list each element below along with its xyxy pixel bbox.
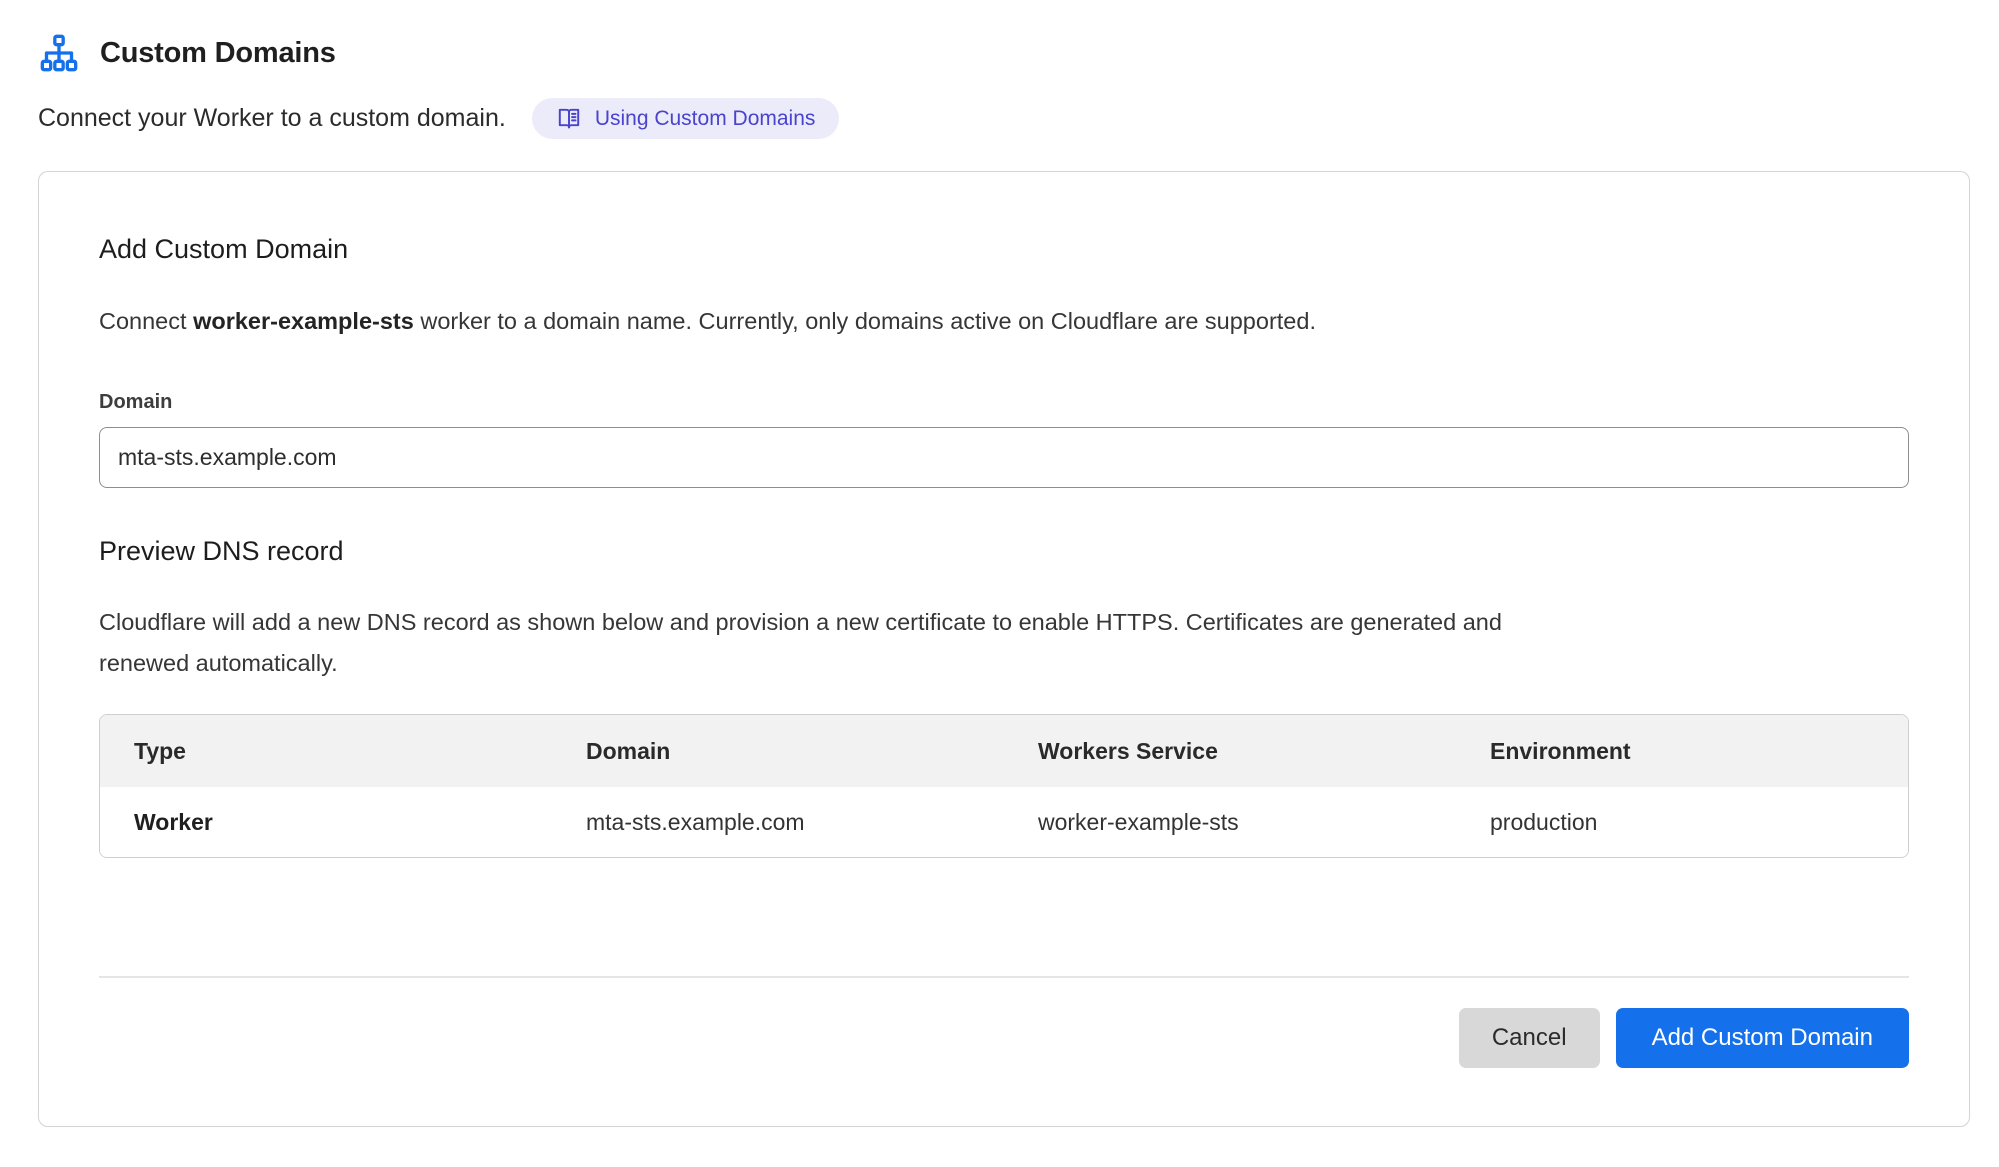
page-header: Custom Domains (38, 28, 1961, 78)
cell-type: Worker (100, 787, 552, 857)
cell-domain: mta-sts.example.com (552, 787, 1004, 857)
dialog-footer: Cancel Add Custom Domain (99, 1008, 1909, 1068)
dialog-title: Add Custom Domain (99, 232, 1909, 266)
cancel-button[interactable]: Cancel (1459, 1008, 1600, 1068)
page-subheader: Connect your Worker to a custom domain. … (38, 98, 1961, 139)
page-title: Custom Domains (100, 37, 336, 70)
column-header-type: Type (100, 715, 552, 787)
column-header-environment: Environment (1456, 715, 1908, 787)
preview-dns-description: Cloudflare will add a new DNS record as … (99, 602, 1549, 684)
description-prefix: Connect (99, 308, 193, 334)
docs-link-using-custom-domains[interactable]: Using Custom Domains (532, 98, 840, 139)
worker-name: worker-example-sts (193, 308, 414, 334)
dns-preview-table: Type Domain Workers Service Environment … (99, 714, 1909, 858)
domain-input[interactable] (99, 427, 1909, 488)
column-header-workers-service: Workers Service (1004, 715, 1456, 787)
custom-domains-page: Custom Domains Connect your Worker to a … (0, 0, 1999, 1167)
preview-dns-title: Preview DNS record (99, 534, 1909, 568)
add-custom-domain-card: Add Custom Domain Connect worker-example… (38, 171, 1970, 1127)
cell-workers-service: worker-example-sts (1004, 787, 1456, 857)
cell-environment: production (1456, 787, 1908, 857)
table-header-row: Type Domain Workers Service Environment (100, 715, 1908, 787)
domain-field-label: Domain (99, 390, 1909, 414)
page-subtitle: Connect your Worker to a custom domain. (38, 104, 506, 133)
add-custom-domain-button[interactable]: Add Custom Domain (1616, 1008, 1909, 1068)
docs-link-label: Using Custom Domains (595, 107, 816, 131)
footer-divider (99, 976, 1909, 978)
table-row: Worker mta-sts.example.com worker-exampl… (100, 787, 1908, 857)
column-header-domain: Domain (552, 715, 1004, 787)
description-suffix: worker to a domain name. Currently, only… (414, 308, 1316, 334)
dialog-description: Connect worker-example-sts worker to a d… (99, 304, 1909, 338)
book-icon (556, 106, 582, 132)
sitemap-icon (38, 32, 80, 74)
